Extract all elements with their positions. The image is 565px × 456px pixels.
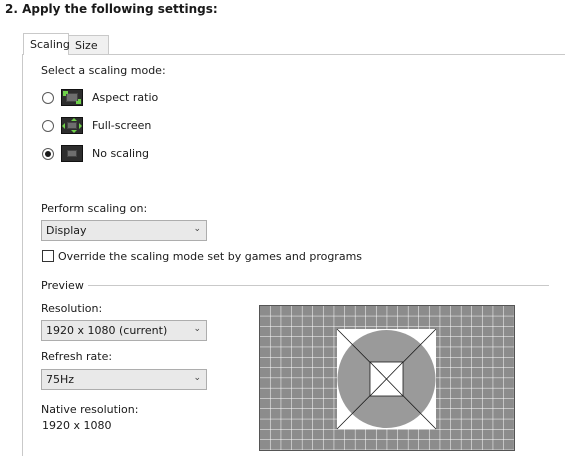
aspect-ratio-label[interactable]: Aspect ratio (92, 91, 158, 104)
perform-scaling-select[interactable]: Display ⌄ (41, 220, 207, 241)
native-resolution-label: Native resolution: (41, 403, 139, 416)
tab-pane-border (22, 54, 23, 456)
aspect-ratio-icon (61, 89, 83, 106)
tab-size[interactable]: Size (68, 35, 109, 54)
preview-title: Preview (41, 279, 84, 292)
tab-label: Scaling (30, 38, 70, 51)
refresh-rate-label: Refresh rate: (41, 350, 113, 363)
no-scaling-icon (61, 145, 83, 162)
full-screen-label[interactable]: Full-screen (92, 119, 151, 132)
perform-scaling-label: Perform scaling on: (41, 202, 148, 215)
refresh-rate-value: 75Hz (46, 373, 75, 386)
test-pattern (260, 306, 514, 450)
chevron-down-icon: ⌄ (193, 373, 201, 383)
aspect-ratio-radio[interactable] (42, 92, 54, 104)
override-checkbox[interactable] (42, 250, 54, 262)
full-screen-radio[interactable] (42, 120, 54, 132)
native-resolution-value: 1920 x 1080 (42, 419, 112, 432)
resolution-label: Resolution: (41, 302, 103, 315)
no-scaling-label[interactable]: No scaling (92, 147, 149, 160)
tab-label: Size (75, 39, 98, 52)
override-label[interactable]: Override the scaling mode set by games a… (58, 250, 362, 263)
chevron-down-icon: ⌄ (193, 324, 201, 334)
preview-image (259, 305, 515, 451)
tab-divider (22, 54, 565, 55)
tab-scaling[interactable]: Scaling (23, 33, 70, 55)
chevron-down-icon: ⌄ (193, 224, 201, 234)
no-scaling-radio[interactable] (42, 148, 54, 160)
preview-divider (88, 285, 549, 286)
perform-scaling-value: Display (46, 224, 87, 237)
resolution-value: 1920 x 1080 (current) (46, 324, 168, 337)
refresh-rate-select[interactable]: 75Hz ⌄ (41, 369, 207, 390)
resolution-select[interactable]: 1920 x 1080 (current) ⌄ (41, 320, 207, 341)
full-screen-icon (61, 117, 83, 134)
section-title: 2. Apply the following settings: (5, 2, 218, 16)
scaling-mode-prompt: Select a scaling mode: (41, 64, 166, 77)
